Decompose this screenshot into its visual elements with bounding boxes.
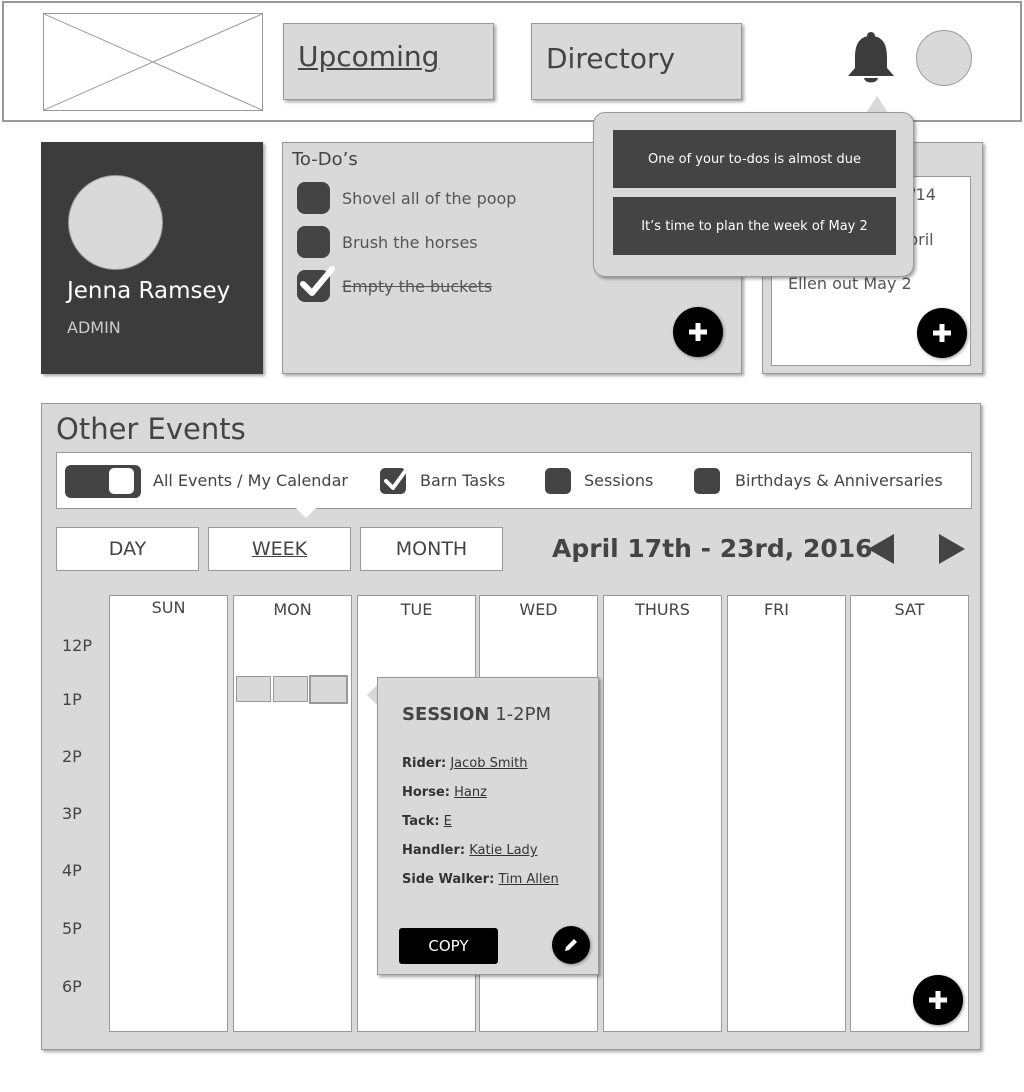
rider-link[interactable]: Jacob Smith [450, 756, 527, 771]
bell-icon[interactable] [845, 30, 897, 86]
day-column-mon[interactable]: MON [233, 595, 352, 1032]
events-title: Other Events [56, 412, 246, 446]
birthdays-checkbox[interactable] [694, 468, 720, 494]
session-tack-row: Tack: E [402, 814, 452, 829]
day-column-fri[interactable]: FRI [727, 595, 846, 1032]
event-filters: All Events / My Calendar Barn Tasks Sess… [56, 452, 972, 509]
time-label: 5P [62, 919, 82, 938]
view-month-button[interactable]: MONTH [360, 527, 503, 571]
day-name: FRI [763, 600, 790, 619]
events-panel: Other Events All Events / My Calendar Ba… [41, 403, 981, 1050]
todo-item: Empty the buckets [297, 266, 493, 302]
time-label: 2P [62, 747, 82, 766]
todo-checkbox[interactable] [297, 182, 330, 214]
logo-placeholder [43, 13, 263, 111]
nav-directory-button[interactable]: Directory [531, 23, 742, 100]
tack-link[interactable]: E [444, 814, 452, 829]
profile-name: Jenna Ramsey [67, 278, 231, 304]
event-slot[interactable] [236, 676, 271, 702]
time-label: 6P [62, 977, 82, 996]
session-time: 1-2PM [495, 704, 551, 725]
todo-checkbox[interactable] [297, 226, 330, 258]
day-name: WED [519, 600, 558, 619]
next-week-arrow-icon[interactable] [939, 534, 965, 564]
checkmark-icon [300, 266, 335, 296]
pencil-icon [565, 939, 577, 951]
side-walker-link[interactable]: Tim Allen [498, 872, 558, 887]
view-week-button[interactable]: WEEK [208, 527, 351, 571]
profile-role: ADMIN [67, 318, 121, 337]
calendar-toggle[interactable] [65, 465, 141, 498]
session-rider-row: Rider: Jacob Smith [402, 756, 528, 771]
session-horse-row: Horse: Hanz [402, 785, 487, 800]
barn-tasks-checkbox[interactable] [380, 468, 408, 494]
todo-item: Brush the horses [297, 226, 478, 258]
sessions-label: Sessions [584, 471, 654, 490]
horse-link[interactable]: Hanz [454, 785, 487, 800]
nav-upcoming-label: Upcoming [298, 40, 440, 73]
date-range-label: April 17th - 23rd, 2016 [552, 534, 873, 563]
profile-avatar [68, 175, 163, 270]
profile-card: Jenna Ramsey ADMIN [41, 142, 263, 374]
session-popover: SESSION 1-2PM Rider: Jacob Smith Horse: … [377, 677, 599, 975]
plus-icon [689, 323, 707, 341]
todo-title: To-Do’s [292, 149, 358, 170]
session-title: SESSION 1-2PM [402, 704, 551, 725]
nav-upcoming-button[interactable]: Upcoming [283, 23, 494, 100]
day-name: THURS [635, 600, 690, 619]
day-name: SAT [894, 600, 925, 619]
session-field-label: Handler: [402, 843, 466, 858]
sessions-checkbox[interactable] [545, 468, 571, 494]
session-handler-row: Handler: Katie Lady [402, 843, 538, 858]
plus-icon [929, 991, 947, 1009]
session-field-label: Side Walker: [402, 872, 495, 887]
calendar-toggle-label: All Events / My Calendar [153, 471, 348, 490]
session-field-label: Horse: [402, 785, 450, 800]
handler-link[interactable]: Katie Lady [469, 843, 537, 858]
image-placeholder-icon [43, 13, 263, 111]
plus-icon [933, 324, 951, 342]
add-todo-button[interactable] [673, 307, 723, 357]
copy-session-button[interactable]: COPY [399, 928, 498, 964]
event-slot-selected[interactable] [309, 675, 348, 704]
add-event-button[interactable] [913, 975, 963, 1025]
day-column-thurs[interactable]: THURS [603, 595, 722, 1032]
day-column-sat[interactable]: SAT [850, 595, 969, 1032]
birthdays-label: Birthdays & Anniversaries [735, 471, 943, 490]
prev-week-arrow-icon[interactable] [868, 534, 894, 564]
notification-popover-arrow [866, 96, 888, 113]
day-name: MON [273, 600, 312, 619]
notification-popover: One of your to-dos is almost due It’s ti… [593, 112, 914, 277]
todo-item-label: Brush the horses [342, 232, 478, 252]
todo-checkbox-checked[interactable] [297, 266, 335, 302]
day-name: TUE [400, 600, 433, 619]
todo-item-label: Shovel all of the poop [342, 188, 517, 208]
todo-item: Shovel all of the poop [297, 182, 516, 214]
view-day-button[interactable]: DAY [56, 527, 199, 571]
session-field-label: Tack: [402, 814, 440, 829]
toggle-knob [109, 468, 134, 494]
day-name: SUN [151, 598, 186, 617]
add-note-button[interactable] [917, 308, 967, 358]
nav-directory-label: Directory [546, 42, 676, 75]
session-type: SESSION [402, 704, 490, 725]
checkmark-icon [384, 468, 408, 490]
filters-arrow [296, 508, 316, 518]
time-label: 3P [62, 804, 82, 823]
time-label: 12P [62, 636, 93, 655]
day-column-sun[interactable]: SUN [109, 595, 228, 1032]
todo-item-label: Empty the buckets [342, 276, 493, 296]
user-avatar[interactable] [916, 30, 972, 86]
session-field-label: Rider: [402, 756, 447, 771]
time-label: 4P [62, 861, 82, 880]
time-label: 1P [62, 690, 82, 709]
event-slot[interactable] [273, 676, 308, 702]
notification-item[interactable]: One of your to-dos is almost due [613, 130, 896, 188]
session-sidewalker-row: Side Walker: Tim Allen [402, 872, 559, 887]
barn-tasks-label: Barn Tasks [420, 471, 506, 490]
edit-session-button[interactable] [552, 926, 590, 964]
notification-item[interactable]: It’s time to plan the week of May 2 [613, 197, 896, 255]
